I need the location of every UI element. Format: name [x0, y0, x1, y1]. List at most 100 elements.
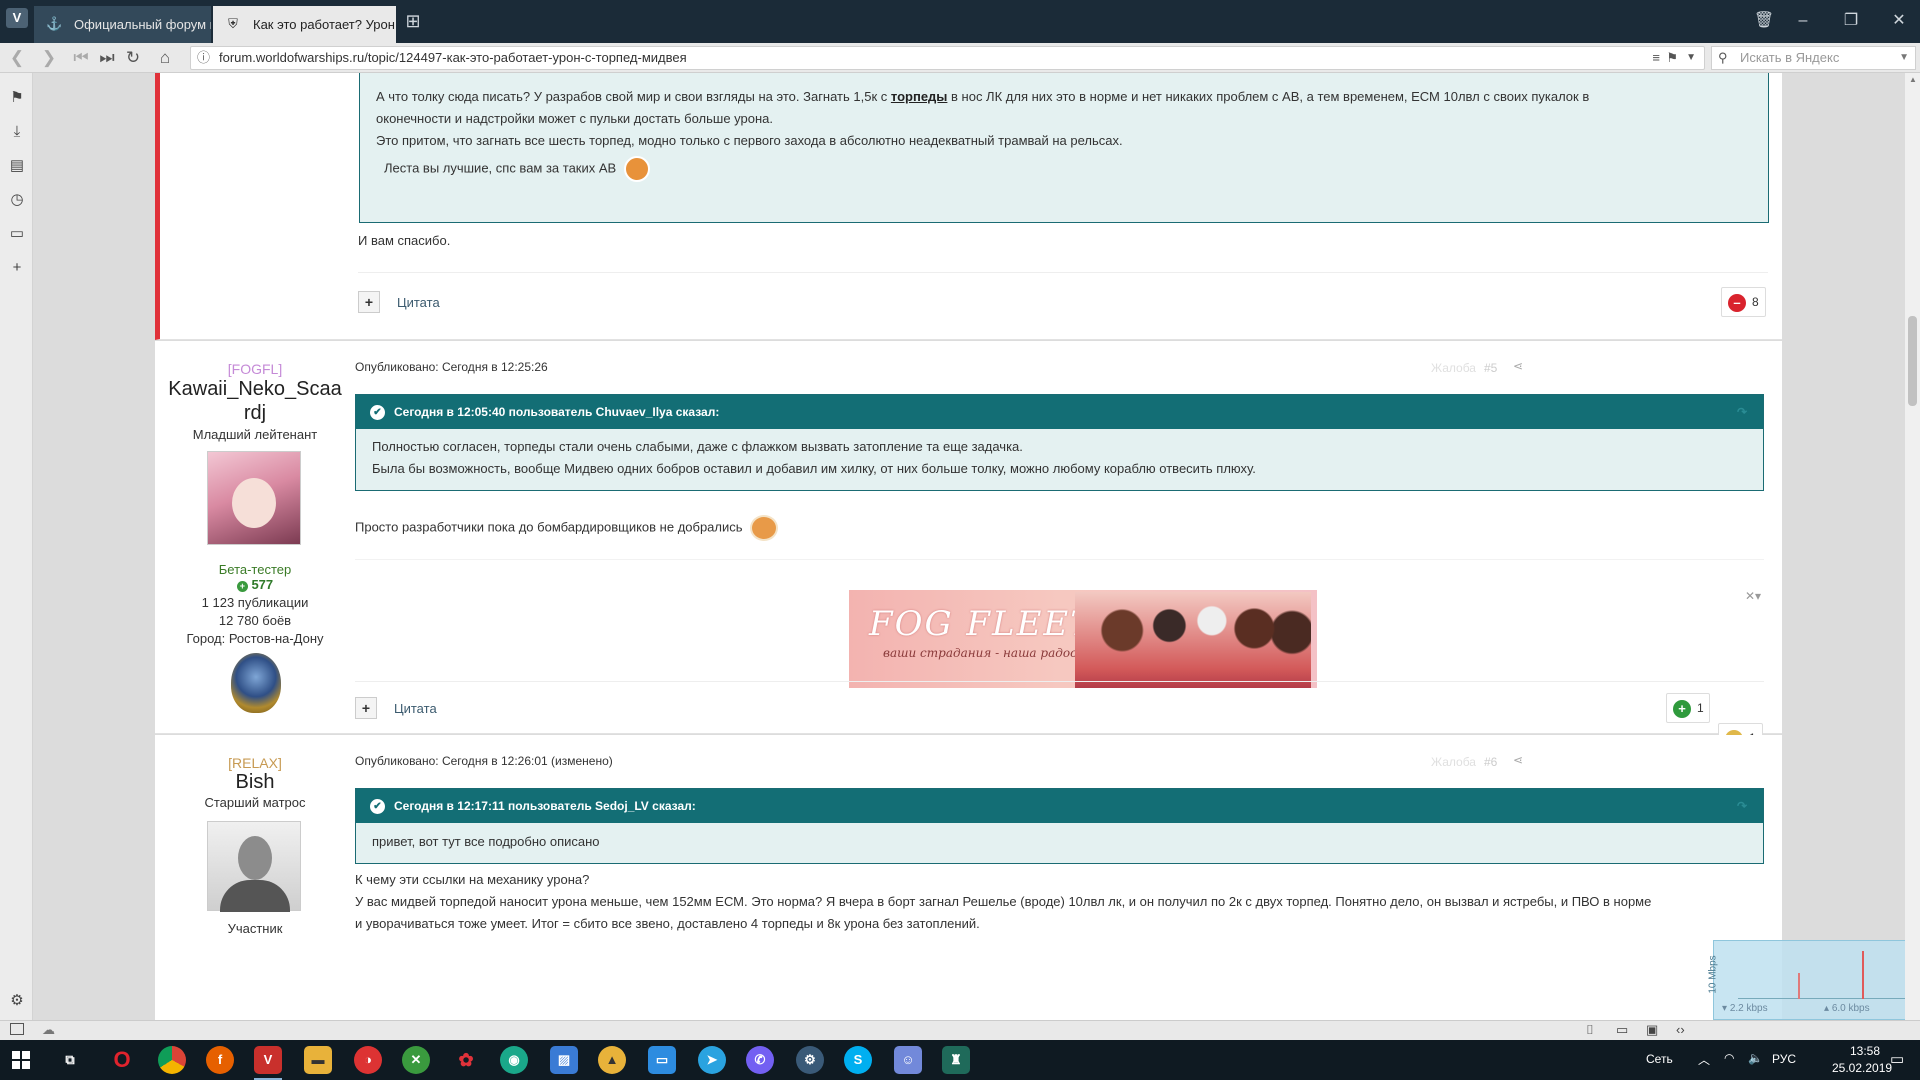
image-icon[interactable]: ▣	[1646, 1022, 1658, 1038]
fast-forward-icon[interactable]: ⏭	[96, 46, 118, 70]
close-signature-icon[interactable]: ✕▾	[1745, 589, 1761, 603]
game-app-icon[interactable]: ◉	[500, 1046, 528, 1074]
network-label[interactable]: Сеть	[1646, 1052, 1673, 1066]
camera-icon[interactable]: ⌷	[1586, 1022, 1594, 1038]
page-scrollbar[interactable]: ▲	[1905, 73, 1920, 1020]
reader-icon[interactable]: ≡	[1652, 47, 1660, 69]
post-number[interactable]: #5	[1484, 361, 1497, 375]
task-view-icon[interactable]: ⧉	[56, 1046, 84, 1074]
avatar[interactable]	[207, 451, 301, 545]
code-icon[interactable]: ‹›	[1676, 1022, 1685, 1037]
quote-line: Была бы возможность, вообще Мидвею одних…	[372, 461, 1256, 476]
opera-icon[interactable]: O	[108, 1046, 136, 1074]
clock-time[interactable]: 13:58	[1850, 1044, 1880, 1058]
firefox-icon[interactable]: f	[206, 1046, 234, 1074]
tiling-icon[interactable]: ▭	[1616, 1022, 1628, 1038]
post-number[interactable]: #6	[1484, 755, 1497, 769]
reload-icon[interactable]: ↻	[122, 46, 144, 70]
multiquote-button[interactable]: +	[358, 291, 380, 313]
file-explorer-icon[interactable]: ▬	[304, 1046, 332, 1074]
viber-icon[interactable]: ✆	[746, 1046, 774, 1074]
add-panel-icon[interactable]: +	[6, 257, 28, 279]
vivaldi-icon[interactable]: V	[254, 1046, 282, 1074]
reputation-plus-icon: +	[236, 581, 248, 592]
cherry-app-icon[interactable]: ✿	[452, 1046, 480, 1074]
rewind-icon[interactable]: ⏮	[70, 46, 92, 70]
downloads-icon[interactable]: ⤓	[6, 121, 28, 143]
report-link[interactable]: Жалоба	[1431, 361, 1476, 375]
info-icon[interactable]: ⓘ	[197, 47, 210, 69]
url-input[interactable]: ⓘ forum.worldofwarships.ru/topic/124497-…	[190, 46, 1705, 70]
tab-forum[interactable]: ⚓ Официальный форум игры	[34, 6, 211, 43]
wows-launcher-icon[interactable]: ♜	[942, 1046, 970, 1074]
language-indicator[interactable]: РУС	[1772, 1052, 1796, 1066]
user-group: Участник	[227, 921, 283, 936]
history-icon[interactable]: ◷	[6, 189, 28, 211]
author-panel: [RELAX] Bish Старший матрос Участник	[155, 735, 355, 1020]
clock-date[interactable]: 25.02.2019	[1832, 1061, 1892, 1075]
triangle-app-icon[interactable]: ▲	[598, 1046, 626, 1074]
share-icon[interactable]: ⋖	[1513, 359, 1523, 373]
chevron-up-icon[interactable]: ︿	[1698, 1051, 1710, 1068]
tab-topic[interactable]: ⛨ Как это работает? Урон с т	[213, 6, 396, 43]
new-tab-button[interactable]: ⊞	[398, 8, 428, 34]
panel-toggle-icon[interactable]	[10, 1023, 24, 1035]
launcher-icon[interactable]: ▨	[550, 1046, 578, 1074]
chat-app-icon[interactable]: ▭	[648, 1046, 676, 1074]
skype-icon[interactable]: S	[844, 1046, 872, 1074]
netmeter-axis: 10 Mbps	[1707, 955, 1719, 994]
user-group: Бета-тестер	[218, 562, 292, 577]
reaction-minus-badge[interactable]: – 8	[1721, 287, 1766, 317]
avatar[interactable]	[207, 821, 301, 912]
bookmarks-icon[interactable]: ⚑	[6, 87, 28, 109]
trash-icon[interactable]: 🗑	[1749, 8, 1779, 34]
cloud-icon[interactable]: ☁	[42, 1022, 55, 1038]
chevron-down-icon[interactable]: ▼	[1899, 47, 1909, 69]
chrome-icon[interactable]	[158, 1046, 186, 1074]
scroll-up-arrow[interactable]: ▲	[1909, 75, 1917, 84]
notes-icon[interactable]: ▤	[6, 155, 28, 177]
settings-icon[interactable]: ⚙	[6, 990, 28, 1012]
home-icon[interactable]: ⌂	[154, 46, 176, 70]
discord-icon[interactable]: ☺	[894, 1046, 922, 1074]
torpedo-link[interactable]: торпеды	[891, 89, 948, 104]
quote-share-icon[interactable]: ↷	[1737, 789, 1747, 823]
volume-icon[interactable]: 🔈	[1748, 1051, 1763, 1065]
search-placeholder: Искать в Яндекс	[1740, 50, 1840, 65]
close-window-button[interactable]: ✕	[1884, 8, 1914, 34]
app-icon-red[interactable]: ◑	[354, 1046, 382, 1074]
steam-icon[interactable]: ⚙	[796, 1046, 824, 1074]
forward-icon[interactable]: ❯	[38, 46, 60, 70]
post-text: Просто разработчики пока до бомбардировщ…	[355, 515, 779, 541]
username[interactable]: Kawaii_Neko_Scaa rdj	[155, 377, 355, 425]
network-meter-widget[interactable]: 10 Mbps ▾ 2.2 kbps ▴ 6.0 kbps	[1708, 940, 1905, 1020]
reaction-plus-badge[interactable]: + 1	[1666, 693, 1710, 723]
scrollbar-thumb[interactable]	[1908, 316, 1917, 406]
back-icon[interactable]: ❮	[6, 46, 28, 70]
multiquote-button[interactable]: +	[355, 697, 377, 719]
search-input[interactable]: ⚲ Искать в Яндекс ▼	[1711, 46, 1916, 70]
maximize-button[interactable]: ❐	[1836, 8, 1866, 34]
telegram-icon[interactable]: ➤	[698, 1046, 726, 1074]
chevron-down-icon[interactable]: ▼	[1686, 47, 1696, 69]
quote-button[interactable]: Цитата	[397, 295, 440, 310]
quote-button[interactable]: Цитата	[394, 701, 437, 716]
username[interactable]: Bish	[155, 771, 355, 794]
graph-spike	[1862, 951, 1864, 999]
minimize-button[interactable]: –	[1788, 8, 1818, 34]
quote-share-icon[interactable]: ↷	[1737, 395, 1747, 429]
windows-start-icon[interactable]	[12, 1051, 30, 1069]
browser-status-bar: ☁ ⌷ ▭ ▣ ‹›	[0, 1020, 1920, 1040]
forum-post-5: [FOGFL] Kawaii_Neko_Scaa rdj Младший лейт…	[155, 341, 1782, 753]
notifications-icon[interactable]: ▭	[1890, 1050, 1904, 1068]
netmeter-up: ▴ 6.0 kbps	[1824, 1003, 1870, 1014]
post-text: И вам спасибо.	[358, 233, 451, 248]
share-icon[interactable]: ⋖	[1513, 753, 1523, 767]
bookmark-icon[interactable]: ⚑	[1666, 47, 1678, 69]
xbox-icon[interactable]: ✕	[402, 1046, 430, 1074]
wifi-icon[interactable]: ◠	[1724, 1051, 1734, 1065]
banner-title: FOG FLEET	[869, 604, 1095, 644]
vivaldi-menu-icon[interactable]: V	[6, 8, 28, 28]
report-link[interactable]: Жалоба	[1431, 755, 1476, 769]
window-panel-icon[interactable]: ▭	[6, 223, 28, 245]
